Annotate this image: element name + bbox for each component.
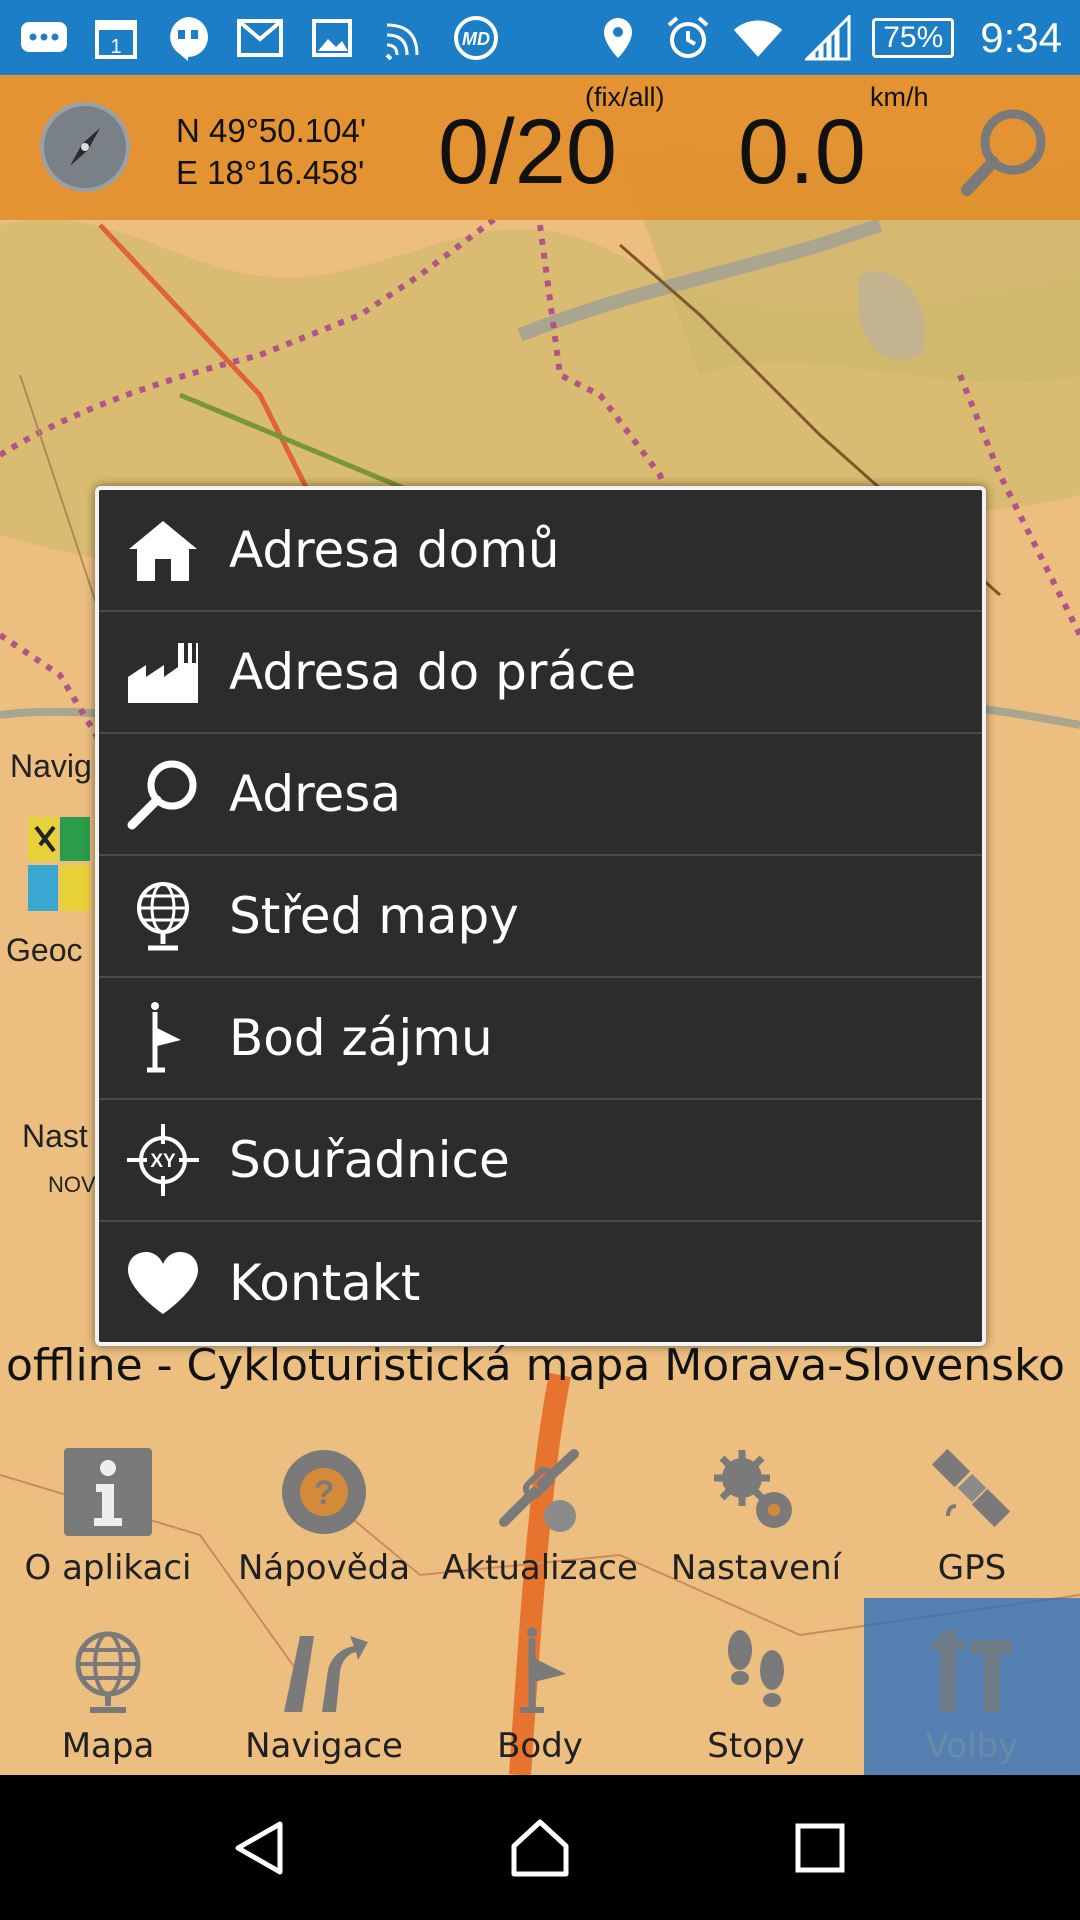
menu-label: Nastavení (670, 1548, 842, 1588)
side-label-map-text: NOV (48, 1172, 96, 1197)
menu-label: O aplikaci (24, 1548, 192, 1588)
help-icon: ? (274, 1442, 374, 1542)
menu-item-label: Střed mapy (229, 887, 519, 945)
home-icon (123, 510, 203, 590)
menu-points-button[interactable]: Body (432, 1598, 648, 1776)
menu-label: Stopy (707, 1726, 805, 1766)
settings-icon (706, 1442, 806, 1542)
speed-unit: km/h (870, 82, 929, 112)
menu-options-button[interactable]: Volby (864, 1598, 1080, 1776)
cell-signal-icon (802, 14, 854, 61)
svg-text:XY: XY (150, 1151, 176, 1172)
update-icon (490, 1442, 590, 1542)
gallery-icon (306, 15, 358, 61)
map-name-caption: offline - Cykloturistická mapa Morava-Sl… (6, 1340, 1080, 1391)
longitude: E 18°16.458' (176, 154, 365, 191)
poi-flag-icon (123, 998, 203, 1078)
menu-item-coordinates[interactable]: XY Souřadnice (99, 1100, 982, 1222)
satellite-icon (922, 1442, 1022, 1542)
search-icon[interactable] (955, 100, 1055, 200)
speed-value: 0.0 (738, 101, 866, 203)
menu-label: Navigace (245, 1726, 403, 1766)
search-icon (123, 754, 203, 834)
gmail-icon (234, 15, 286, 61)
battery-level: 75% (883, 20, 944, 54)
svg-text:MD: MD (462, 29, 490, 49)
menu-label: Aktualizace (442, 1548, 638, 1588)
menu-item-label: Souřadnice (229, 1131, 510, 1189)
compass-icon[interactable] (40, 102, 130, 192)
satellites-value: 0/20 (438, 101, 618, 203)
calendar-icon: 1 (90, 15, 142, 61)
destination-menu-dialog: Adresa domů Adresa do práce Adresa Střed… (95, 486, 986, 1346)
svg-text:?: ? (314, 1474, 335, 1512)
messages-icon (18, 15, 70, 61)
gps-coordinates: N 49°50.104' E 18°16.458' (176, 110, 366, 194)
app-md-icon: MD (450, 15, 502, 61)
menu-item-point-of-interest[interactable]: Bod zájmu (99, 978, 982, 1100)
side-label-navigation: Navig (10, 748, 92, 784)
menu-help-button[interactable]: ? Nápověda (216, 1420, 432, 1598)
menu-item-label: Adresa (229, 765, 401, 823)
geocaching-icon[interactable] (26, 815, 92, 915)
menu-item-address[interactable]: Adresa (99, 734, 982, 856)
location-pin-icon (592, 15, 644, 61)
options-icon (922, 1620, 1022, 1720)
signal-waves-icon (378, 15, 430, 61)
factory-icon (123, 632, 203, 712)
battery-indicator: 75% (872, 17, 955, 58)
side-label-settings: Nast (22, 1118, 88, 1154)
navigation-icon (274, 1620, 374, 1720)
menu-item-label: Kontakt (229, 1254, 421, 1312)
side-label-geocaching: Geoc (6, 932, 83, 968)
menu-item-label: Adresa do práce (229, 643, 637, 701)
globe-icon (58, 1620, 158, 1720)
back-icon[interactable] (210, 1798, 310, 1898)
menu-item-label: Bod zájmu (229, 1009, 493, 1067)
svg-text:1: 1 (110, 36, 121, 58)
wifi-icon (732, 15, 784, 61)
menu-gps-button[interactable]: GPS (864, 1420, 1080, 1598)
footprints-icon (706, 1620, 806, 1720)
system-nav-bar (0, 1775, 1080, 1920)
menu-label: Volby (925, 1726, 1019, 1766)
menu-label: Body (497, 1726, 583, 1766)
menu-label: Mapa (61, 1726, 155, 1766)
menu-item-contact[interactable]: Kontakt (99, 1222, 982, 1344)
menu-settings-button[interactable]: Nastavení (648, 1420, 864, 1598)
main-menu-grid: O aplikaci ? Nápověda Aktualizace Nastav… (0, 1420, 1080, 1776)
latitude: N 49°50.104' (176, 112, 367, 149)
info-icon (58, 1442, 158, 1542)
clock: 9:34 (980, 13, 1062, 61)
menu-label: GPS (937, 1548, 1007, 1588)
status-bar: 1 MD 75% 9:34 (0, 0, 1080, 75)
poi-flag-icon (490, 1620, 590, 1720)
menu-tracks-button[interactable]: Stopy (648, 1598, 864, 1776)
home-nav-icon[interactable] (490, 1798, 590, 1898)
alarm-icon (662, 15, 714, 61)
menu-map-button[interactable]: Mapa (0, 1598, 216, 1776)
menu-item-home-address[interactable]: Adresa domů (99, 490, 982, 612)
menu-item-map-center[interactable]: Střed mapy (99, 856, 982, 978)
menu-item-work-address[interactable]: Adresa do práce (99, 612, 982, 734)
hangouts-icon (162, 15, 214, 61)
menu-update-button[interactable]: Aktualizace (432, 1420, 648, 1598)
menu-item-label: Adresa domů (229, 521, 560, 579)
globe-icon (123, 876, 203, 956)
menu-about-button[interactable]: O aplikaci (0, 1420, 216, 1598)
crosshair-xy-icon: XY (123, 1120, 203, 1200)
recents-icon[interactable] (770, 1798, 870, 1898)
menu-navigation-button[interactable]: Navigace (216, 1598, 432, 1776)
heart-icon (123, 1243, 203, 1323)
menu-label: Nápověda (237, 1548, 411, 1588)
